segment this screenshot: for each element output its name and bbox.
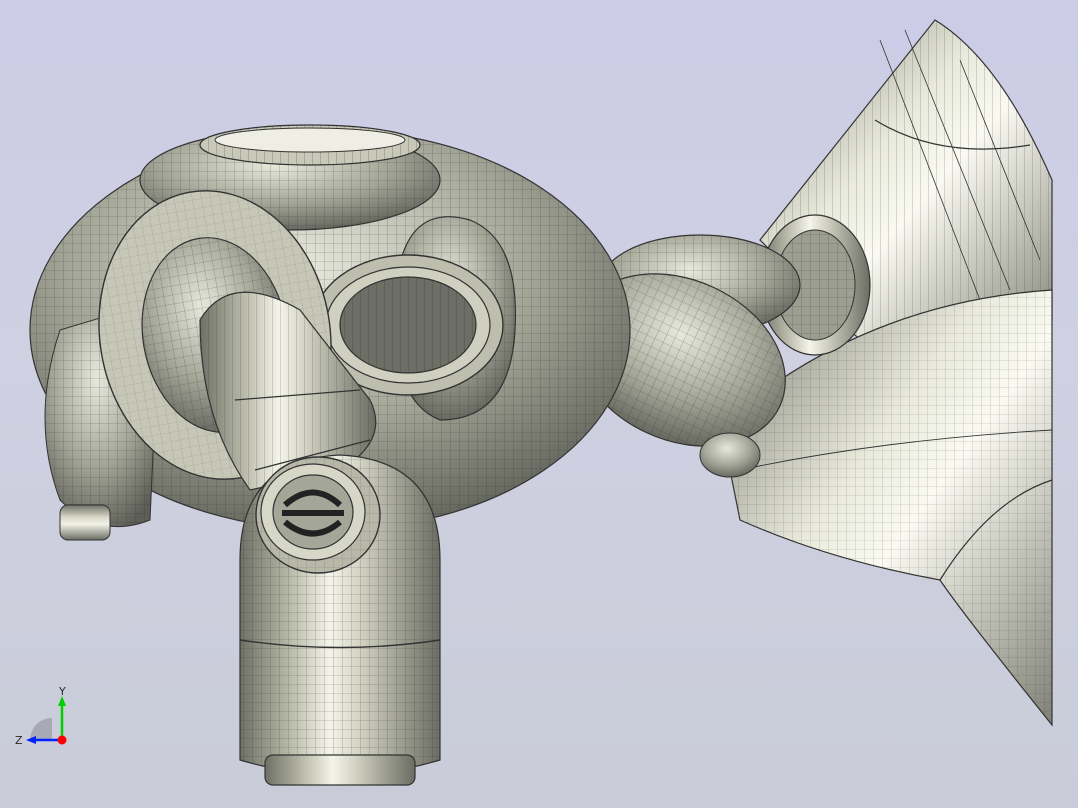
cad-model[interactable] xyxy=(0,0,1078,808)
knob-badge xyxy=(255,456,381,574)
triad-arc-icon xyxy=(30,718,52,740)
z-axis-label: Z xyxy=(15,734,23,747)
x-axis-dot-icon xyxy=(57,735,67,745)
y-axis-label: Y xyxy=(58,685,66,698)
axis-triad: Y Z xyxy=(12,684,76,748)
3d-viewport[interactable]: Y Z xyxy=(0,0,1078,808)
